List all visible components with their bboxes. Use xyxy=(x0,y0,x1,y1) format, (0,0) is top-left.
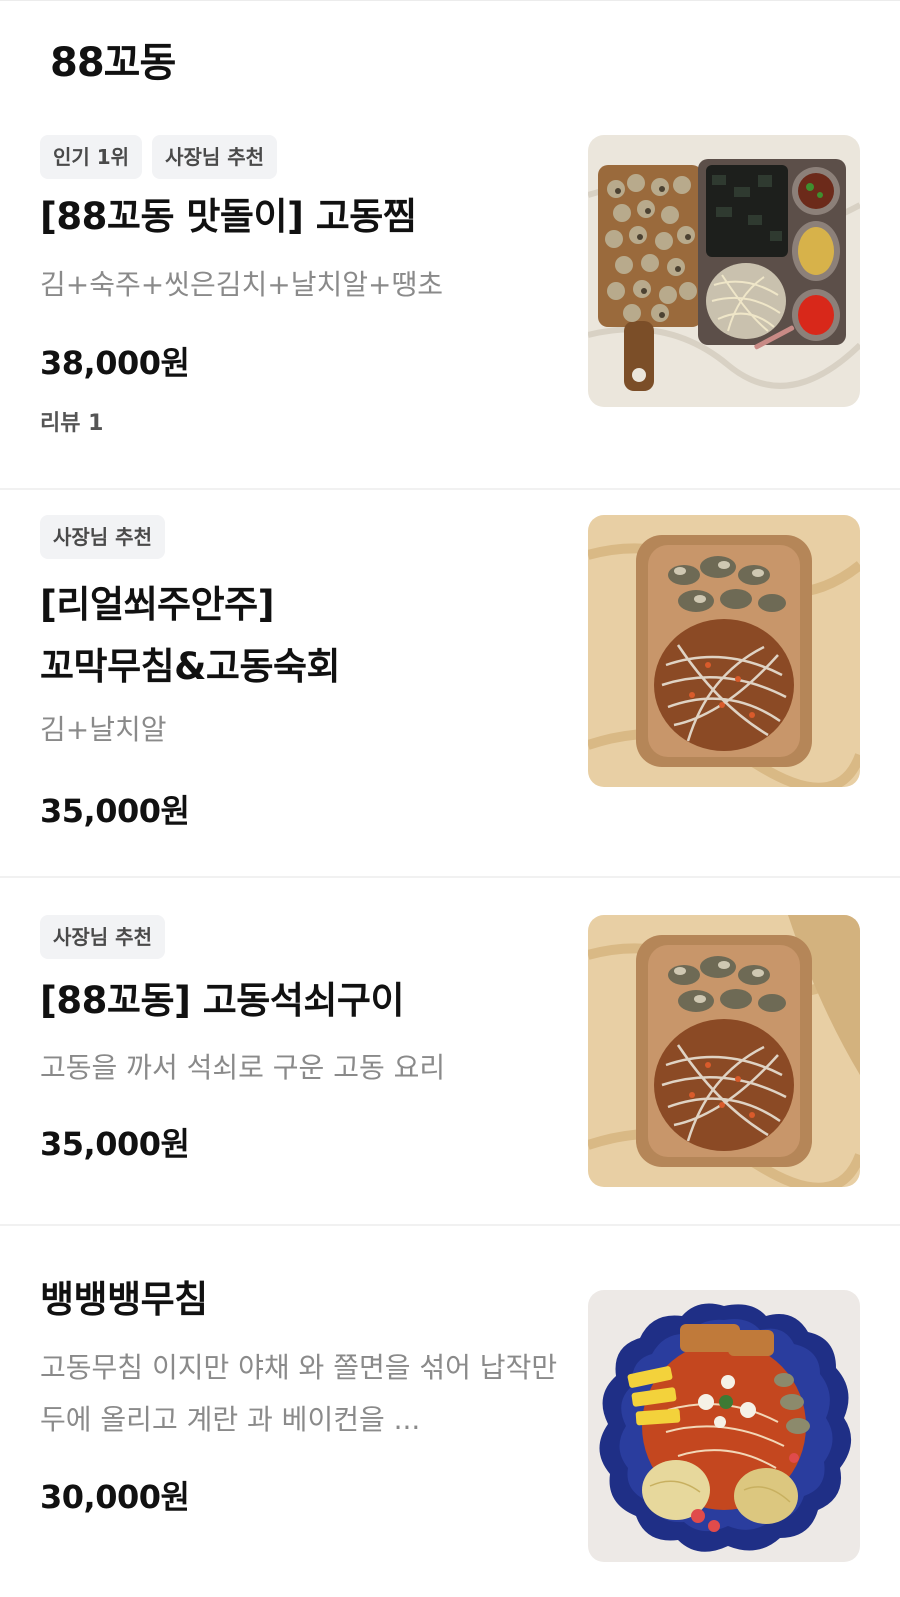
menu-item-kkomak-muchim[interactable]: 사장님 추천 [리얼쐬주안주] 꼬막무침&고동숙회 김+날치알 35,000원 xyxy=(0,490,900,878)
review-count: 리뷰 1 xyxy=(40,405,103,437)
item-name: [88꼬동] 고동석쇠구이 xyxy=(40,979,405,1022)
menu-item-godong-jjim[interactable]: 인기 1위 사장님 추천 [88꼬동 맛돌이] 고동찜 김+숙주+씻은김치+날치… xyxy=(0,110,900,490)
food-photo xyxy=(588,135,860,407)
owner-recommend-badge: 사장님 추천 xyxy=(40,515,165,559)
badge-group: 사장님 추천 xyxy=(40,515,165,559)
owner-recommend-badge: 사장님 추천 xyxy=(40,915,165,959)
item-price: 35,000원 xyxy=(40,792,190,830)
item-name: 뱅뱅뱅무침 xyxy=(40,1278,208,1321)
cockle-salad-wooden-tray-image xyxy=(588,515,860,787)
section-title: 88꼬동 xyxy=(50,40,176,86)
steamed-sea-snail-platter-image xyxy=(588,135,860,407)
item-description: 김+숙주+씻은김치+날치알+땡초 xyxy=(40,268,443,301)
grilled-sea-snail-tray-image xyxy=(588,915,860,1187)
item-description: 고동을 까서 석쇠로 구운 고동 요리 xyxy=(40,1051,446,1084)
item-description: 김+날치알 xyxy=(40,713,167,746)
food-photo xyxy=(588,915,860,1187)
item-name: [88꼬동 맛돌이] 고동찜 xyxy=(40,195,417,238)
spicy-salad-blue-bowl-image xyxy=(588,1290,860,1562)
item-price: 35,000원 xyxy=(40,1125,190,1163)
review-label: 리뷰 xyxy=(40,411,81,436)
item-description: 고동무침 이지만 야채 와 쫄면을 섞어 납작만두에 올리고 계란 과 베이컨을… xyxy=(40,1351,558,1436)
badge-group: 인기 1위 사장님 추천 xyxy=(40,135,278,179)
popular-rank-badge: 인기 1위 xyxy=(40,135,143,179)
menu-item-godong-seoksoe-gui[interactable]: 사장님 추천 [88꼬동] 고동석쇠구이 고동을 까서 석쇠로 구운 고동 요리… xyxy=(0,878,900,1226)
menu-item-bangbangbang-muchim[interactable]: 뱅뱅뱅무침 고동무침 이지만 야채 와 쫄면을 섞어 납작만두에 올리고 계란 … xyxy=(0,1226,900,1597)
food-photo xyxy=(588,515,860,787)
item-name: [리얼쐬주안주] 꼬막무침&고동숙회 xyxy=(40,583,341,688)
item-price: 38,000원 xyxy=(40,344,190,382)
food-photo xyxy=(588,1290,860,1562)
review-number: 1 xyxy=(88,411,104,436)
owner-recommend-badge: 사장님 추천 xyxy=(152,135,278,179)
top-divider xyxy=(0,0,900,1)
item-price: 30,000원 xyxy=(40,1478,190,1516)
badge-group: 사장님 추천 xyxy=(40,915,165,959)
